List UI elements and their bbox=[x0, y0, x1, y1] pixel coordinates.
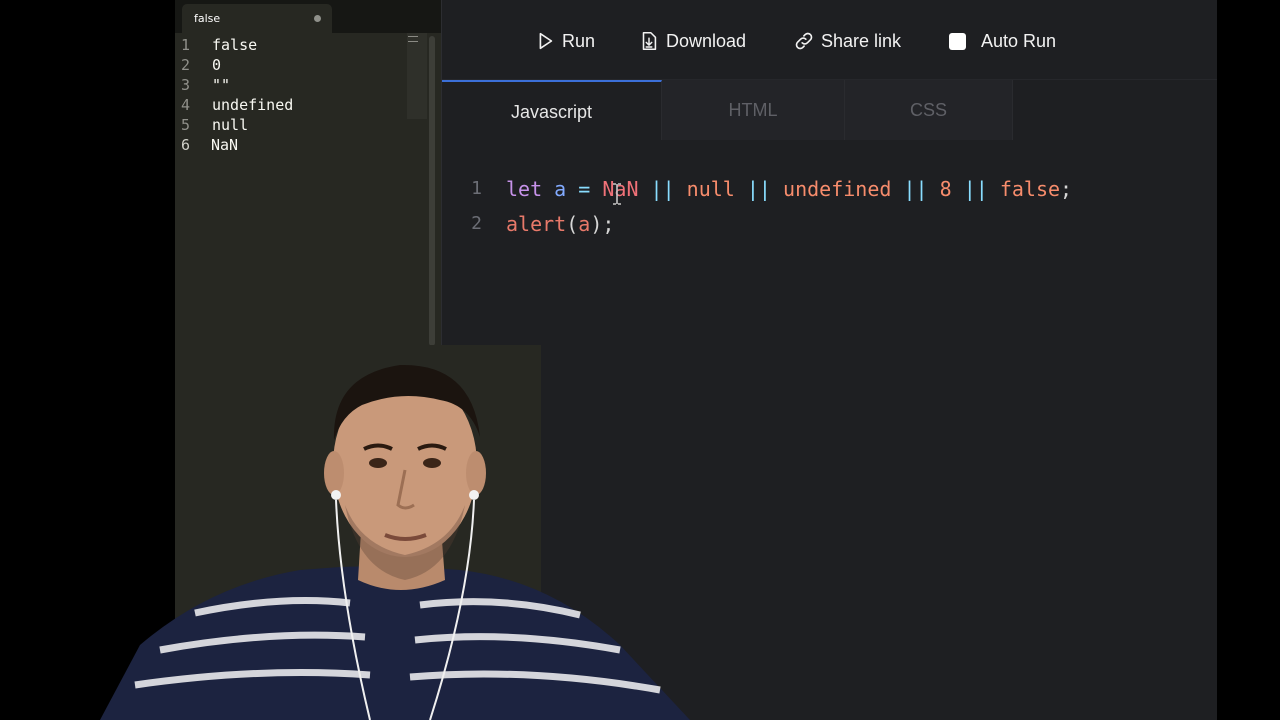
token-null: null bbox=[686, 177, 735, 201]
editor-line[interactable]: 0 bbox=[212, 55, 221, 75]
minimap[interactable] bbox=[407, 33, 427, 119]
file-tab-label: false bbox=[194, 12, 221, 25]
line-number: 3 bbox=[181, 76, 191, 94]
link-icon bbox=[795, 32, 813, 50]
run-label: Run bbox=[562, 30, 596, 51]
line-number: 2 bbox=[471, 213, 482, 234]
token-operator: || bbox=[963, 177, 988, 201]
token-undefined: undefined bbox=[783, 177, 892, 201]
tab-html[interactable]: HTML bbox=[662, 80, 845, 140]
presenter-webcam bbox=[100, 345, 690, 720]
toolbar: Run Download Share link Auto Run bbox=[442, 0, 1217, 80]
file-tab[interactable]: false bbox=[182, 4, 332, 33]
token-number: 8 bbox=[939, 177, 952, 201]
token-argument: a bbox=[578, 212, 591, 236]
tab-css[interactable]: CSS bbox=[845, 80, 1013, 140]
editor-tab-bar: false bbox=[175, 0, 441, 33]
token-paren: ); bbox=[590, 212, 615, 236]
language-tabs: Javascript HTML CSS bbox=[442, 80, 1217, 140]
share-link-button[interactable]: Share link bbox=[793, 26, 901, 56]
line-number: 4 bbox=[181, 96, 191, 114]
token-boolean: false bbox=[999, 177, 1061, 201]
token-semicolon: ; bbox=[1060, 177, 1073, 201]
token-function: alert bbox=[506, 212, 567, 236]
token-operator: || bbox=[650, 177, 675, 201]
unsaved-dot-icon[interactable] bbox=[314, 15, 321, 22]
line-number: 6 bbox=[181, 136, 191, 154]
editor-line[interactable]: "" bbox=[212, 75, 230, 95]
code-line-2[interactable]: alert(a); bbox=[506, 212, 614, 236]
minimap-preview bbox=[408, 36, 418, 42]
auto-run-checkbox[interactable] bbox=[949, 32, 966, 50]
tab-bar-filler bbox=[1013, 80, 1217, 140]
editor-line[interactable]: null bbox=[212, 115, 248, 135]
line-number: 1 bbox=[181, 36, 191, 54]
token-operator: = bbox=[578, 177, 591, 201]
editor-line[interactable]: undefined bbox=[212, 95, 293, 115]
vertical-scrollbar[interactable] bbox=[429, 36, 435, 346]
run-button[interactable]: Run bbox=[534, 26, 595, 56]
download-button[interactable]: Download bbox=[638, 26, 746, 56]
tab-javascript[interactable]: Javascript bbox=[442, 80, 662, 140]
download-label: Download bbox=[666, 30, 747, 51]
play-icon bbox=[539, 32, 553, 50]
token-operator: || bbox=[903, 177, 928, 201]
auto-run-label: Auto Run bbox=[981, 30, 1057, 51]
line-number: 5 bbox=[181, 116, 191, 134]
editor-line[interactable]: false bbox=[212, 35, 257, 55]
download-file-icon bbox=[642, 31, 657, 51]
auto-run-toggle[interactable]: Auto Run bbox=[949, 26, 1056, 56]
token-operator: || bbox=[746, 177, 771, 201]
token-paren: ( bbox=[566, 212, 579, 236]
text-cursor-icon bbox=[613, 183, 621, 205]
line-number: 2 bbox=[181, 56, 191, 74]
line-number: 1 bbox=[471, 178, 482, 199]
editor-line[interactable]: NaN bbox=[211, 135, 238, 155]
code-line-1[interactable]: let a = NaN || null || undefined || 8 ||… bbox=[506, 177, 1072, 201]
token-variable: a bbox=[554, 177, 567, 201]
token-keyword: let bbox=[506, 177, 543, 201]
share-link-label: Share link bbox=[821, 30, 902, 51]
